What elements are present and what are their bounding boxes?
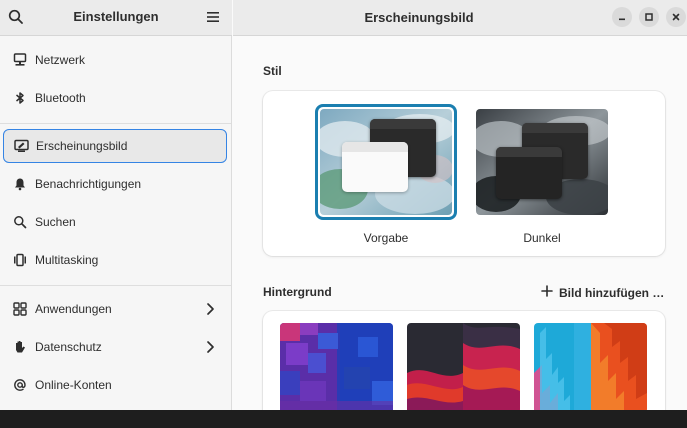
sidebar-item-bluetooth[interactable]: Bluetooth	[3, 81, 227, 115]
sidebar-item-label: Benachrichtigungen	[35, 177, 142, 191]
page-title: Erscheinungsbild	[364, 10, 474, 25]
wallpaper-thumbnail[interactable]	[280, 323, 393, 410]
sidebar: Einstellungen Netzwerk Bluetooth Erschei…	[0, 0, 232, 410]
style-option-label: Vorgabe	[363, 231, 409, 245]
background-section-title: Hintergrund	[263, 285, 332, 299]
sidebar-item-label: Netzwerk	[35, 53, 86, 67]
sidebar-item-label: Anwendungen	[35, 302, 112, 316]
hand-icon	[12, 339, 28, 355]
network-icon	[12, 52, 28, 68]
bell-icon	[12, 176, 28, 192]
search-icon	[12, 214, 28, 230]
taskbar	[0, 410, 687, 428]
sidebar-item-suchen[interactable]: Suchen	[3, 205, 227, 239]
add-picture-label: Bild hinzufügen …	[559, 285, 665, 300]
sidebar-item-datenschutz[interactable]: Datenschutz	[3, 330, 227, 364]
background-card	[263, 311, 665, 410]
maximize-button[interactable]	[639, 7, 659, 27]
sidebar-item-erscheinungsbild[interactable]: Erscheinungsbild	[3, 129, 227, 163]
dark-window-preview	[496, 147, 562, 199]
sidebar-item-label: Suchen	[35, 215, 76, 229]
sidebar-item-label: Online-Konten	[35, 378, 112, 392]
chevron-right-icon	[205, 302, 215, 316]
chevron-right-icon	[205, 340, 215, 354]
sidebar-item-multitasking[interactable]: Multitasking	[3, 243, 227, 277]
sidebar-divider	[0, 123, 231, 124]
sidebar-title: Einstellungen	[73, 9, 159, 24]
sidebar-item-online-konten[interactable]: Online-Konten	[3, 368, 227, 402]
sidebar-item-netzwerk[interactable]: Netzwerk	[3, 43, 227, 77]
bluetooth-icon	[12, 90, 28, 106]
apps-icon	[12, 301, 28, 317]
sidebar-item-label: Bluetooth	[35, 91, 86, 105]
light-style-preview	[320, 109, 452, 215]
at-icon	[12, 377, 28, 393]
sidebar-divider	[0, 285, 231, 286]
sidebar-item-anwendungen[interactable]: Anwendungen	[3, 292, 227, 326]
main-header: Erscheinungsbild	[233, 0, 687, 36]
sidebar-header: Einstellungen	[0, 0, 232, 36]
sidebar-item-benachrichtigungen[interactable]: Benachrichtigungen	[3, 167, 227, 201]
sidebar-item-label: Datenschutz	[35, 340, 102, 354]
appearance-icon	[13, 138, 29, 154]
add-picture-button[interactable]: Bild hinzufügen …	[541, 285, 664, 300]
wallpaper-thumbnail[interactable]	[534, 323, 647, 410]
style-card: Vorgabe Dunkel	[263, 91, 665, 256]
settings-window: Einstellungen Netzwerk Bluetooth Erschei…	[0, 0, 687, 410]
sidebar-item-label: Erscheinungsbild	[36, 139, 128, 153]
style-option-label: Dunkel	[523, 231, 561, 245]
style-option-dunkel[interactable]	[476, 109, 608, 215]
multitasking-icon	[12, 252, 28, 268]
minimize-button[interactable]	[612, 7, 632, 27]
plus-icon	[541, 285, 553, 300]
light-window-preview	[342, 142, 408, 192]
hamburger-menu-icon[interactable]	[205, 9, 221, 25]
style-section-title: Stil	[263, 64, 282, 78]
close-button[interactable]	[666, 7, 686, 27]
sidebar-item-label: Multitasking	[35, 253, 99, 267]
wallpaper-thumbnail[interactable]	[407, 323, 520, 410]
